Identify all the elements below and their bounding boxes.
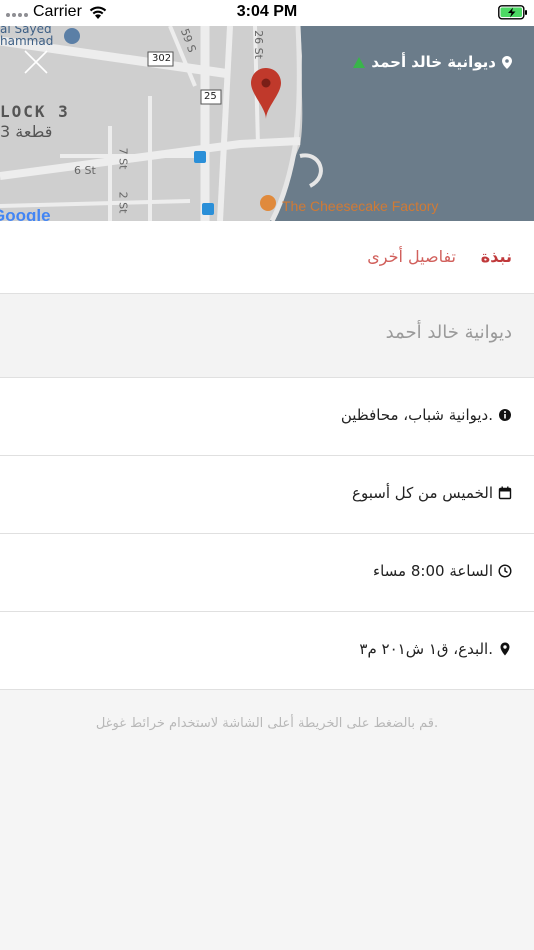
map-place-title: ديوانية خالد أحمد bbox=[353, 53, 512, 71]
map-label-poi-top2: hammad bbox=[0, 34, 54, 48]
map-label-street-7: 7 St bbox=[116, 147, 130, 170]
map-place-name: ديوانية خالد أحمد bbox=[371, 53, 496, 71]
map-label-road-302: 302 bbox=[152, 53, 172, 64]
info-row-description: ديوانية شباب، محافظين. bbox=[0, 378, 534, 456]
location-pin-icon bbox=[502, 55, 512, 69]
description-text: ديوانية شباب، محافظين. bbox=[340, 406, 493, 424]
status-triangle-icon bbox=[353, 56, 366, 68]
clock: 3:04 PM bbox=[236, 3, 298, 20]
map-label-poi: The Cheesecake Factory bbox=[282, 198, 439, 214]
info-row-day: الخميس من كل أسبوع bbox=[0, 456, 534, 534]
location-pin-icon bbox=[500, 642, 510, 656]
place-title-row: ديوانية خالد أحمد bbox=[0, 294, 534, 378]
address-text: البدع، ق١ ش٢٠١ م٣. bbox=[359, 640, 493, 658]
map-label-street-2: 2 St bbox=[116, 191, 130, 214]
tab-bar: نبذة تفاصيل أخرى bbox=[0, 221, 534, 294]
map-label-block: LOCK 3 bbox=[0, 102, 70, 121]
place-title: ديوانية خالد أحمد bbox=[385, 322, 512, 343]
battery-charging-icon bbox=[498, 5, 527, 20]
calendar-icon bbox=[498, 486, 512, 500]
info-row-address: البدع، ق١ ش٢٠١ م٣. bbox=[0, 612, 534, 690]
info-icon bbox=[499, 409, 511, 421]
close-icon[interactable] bbox=[22, 48, 50, 76]
google-logo: Google bbox=[0, 206, 51, 221]
map-label-street-26: 26 St bbox=[251, 30, 265, 59]
time-text: الساعة 8:00 مساء bbox=[373, 562, 493, 580]
map-label-street-6: 6 St bbox=[74, 164, 96, 177]
map-hint-text: قم بالضغط على الخريطة أعلى الشاشة لاستخد… bbox=[95, 716, 439, 731]
tab-other-details[interactable]: تفاصيل أخرى bbox=[367, 247, 456, 266]
status-bar: Carrier 3:04 PM bbox=[0, 0, 534, 26]
info-row-time: الساعة 8:00 مساء bbox=[0, 534, 534, 612]
map-view[interactable]: LOCK 3 قطعة 3 al Sayed hammad 302 25 59 … bbox=[0, 26, 534, 221]
tab-about[interactable]: نبذة bbox=[481, 247, 512, 266]
map-label-block-ar: قطعة 3 bbox=[0, 122, 53, 141]
day-text: الخميس من كل أسبوع bbox=[352, 484, 493, 502]
map-label-road-25: 25 bbox=[204, 91, 217, 102]
clock-icon bbox=[498, 564, 512, 578]
